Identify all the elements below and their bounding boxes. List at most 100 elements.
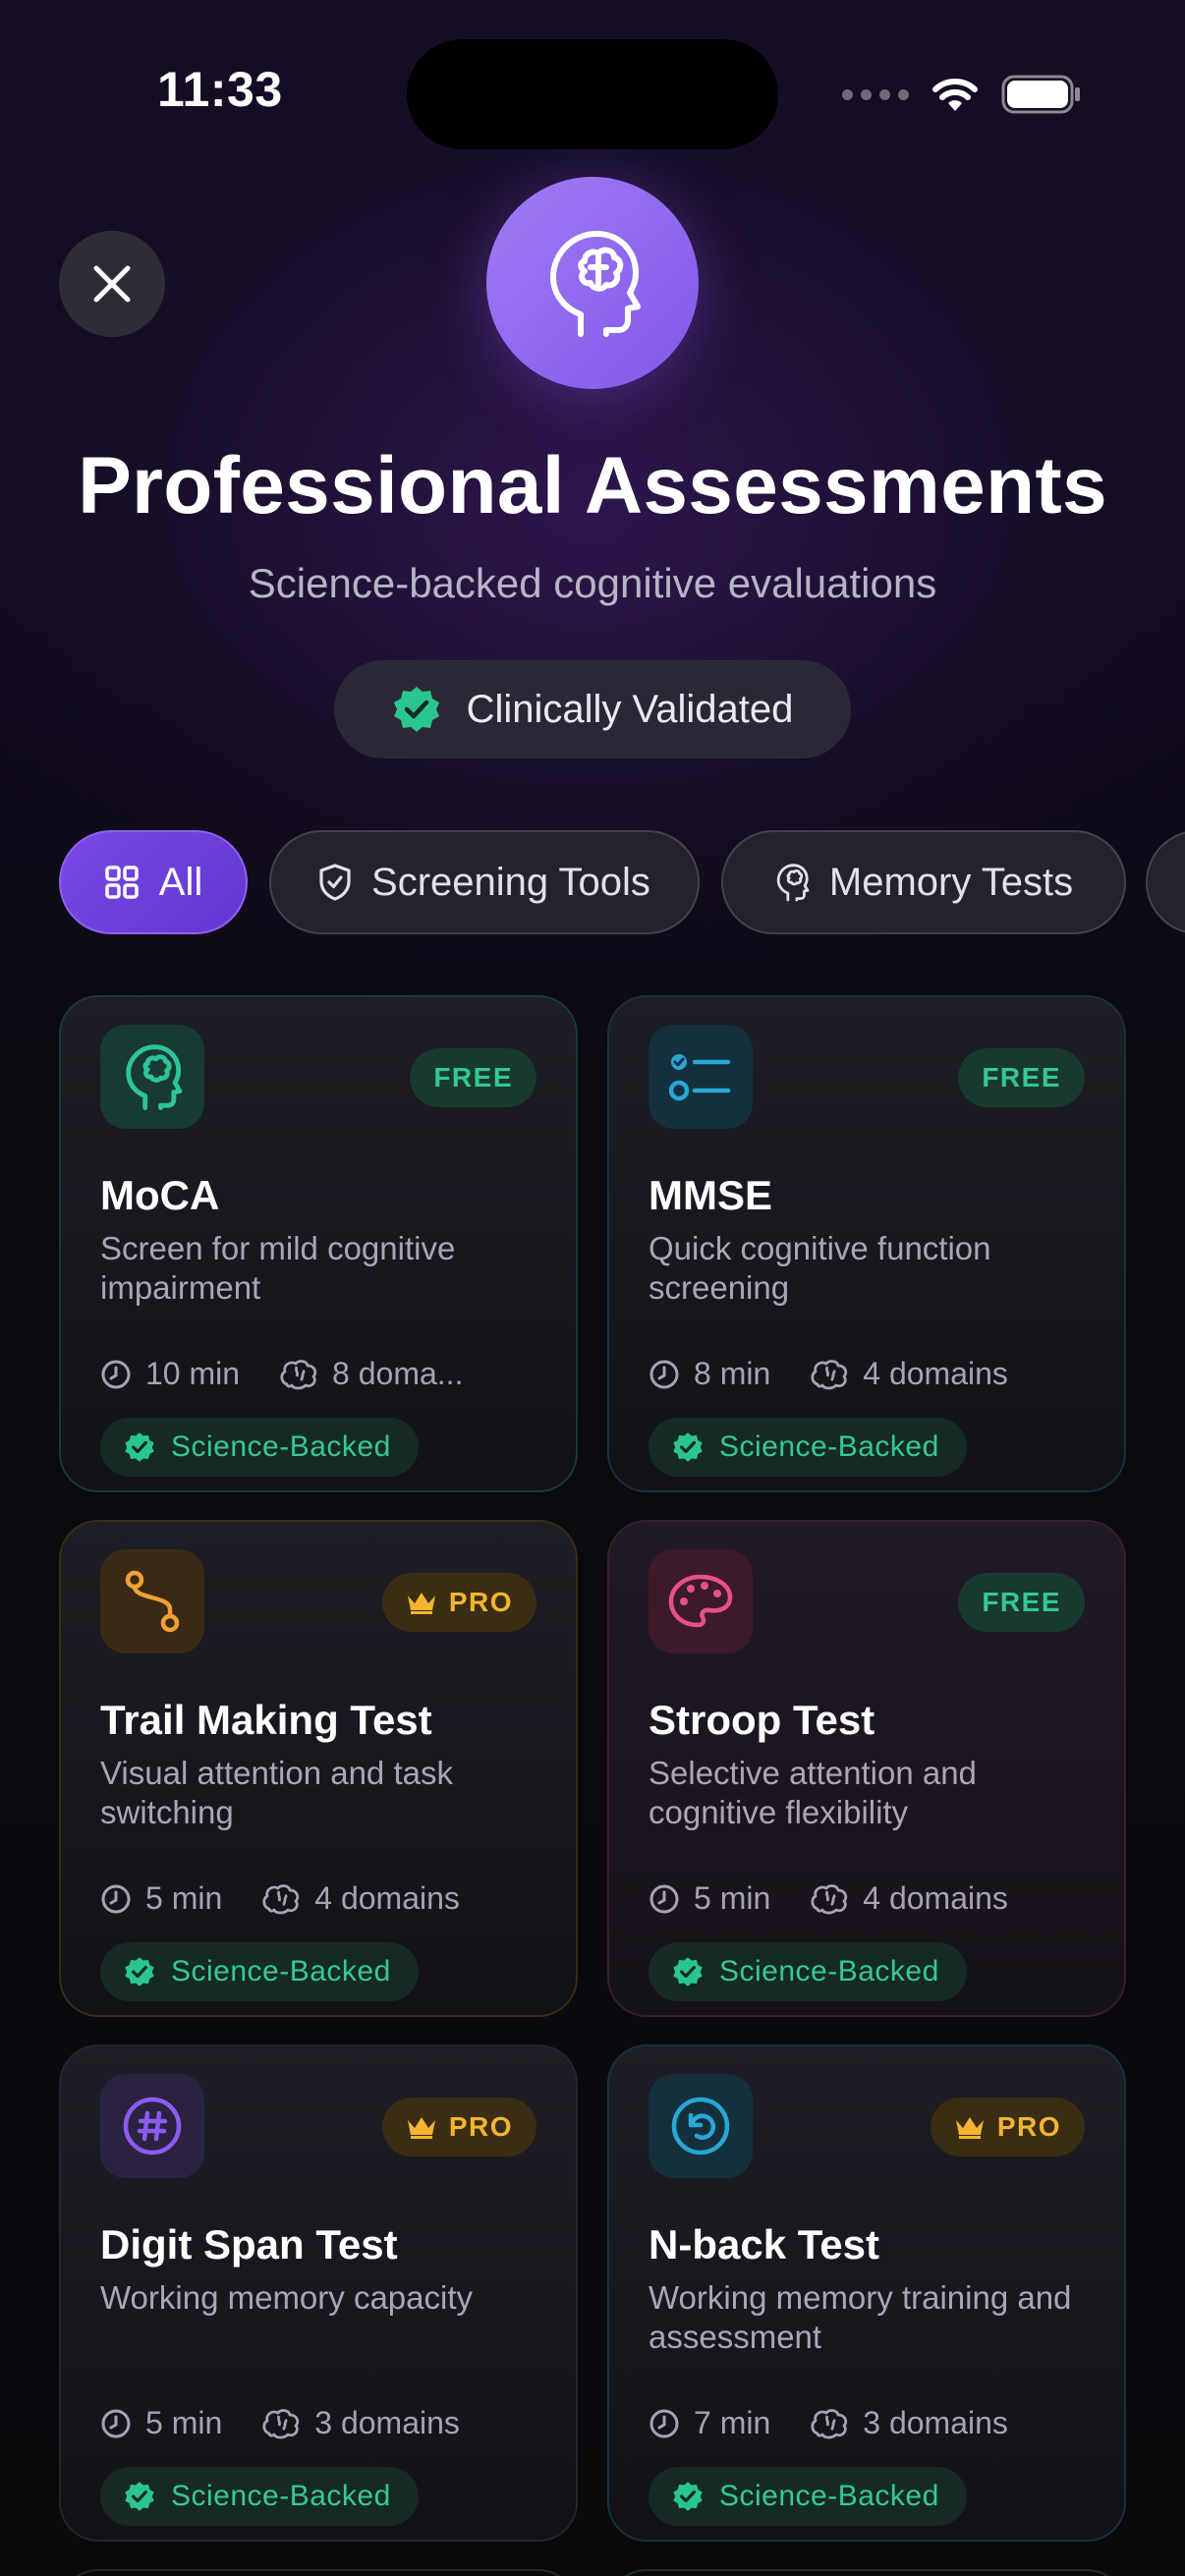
- free-badge: FREE: [958, 1573, 1085, 1632]
- checklist-icon: [669, 1054, 731, 1101]
- card-description: Selective attention and cognitive flexib…: [649, 1755, 977, 1830]
- clock-icon: [101, 2409, 131, 2437]
- card-title: Digit Span Test: [100, 2221, 398, 2268]
- next-card-edge[interactable]: [607, 2569, 1126, 2576]
- assessment-card-n-back-test[interactable]: PRO N-back Test Working memory training …: [607, 2044, 1126, 2542]
- clock-icon: [649, 1360, 679, 1388]
- brain-outline-icon: [280, 1359, 317, 1389]
- page-title: Professional Assessments: [78, 441, 1107, 531]
- duration: 8 min: [649, 1356, 770, 1392]
- crown-icon: [407, 2117, 435, 2139]
- battery-icon: [1001, 75, 1080, 114]
- cellular-signal-icon: [842, 88, 909, 100]
- status-icons: [842, 75, 1082, 114]
- card-meta: 5 min 4 domains: [649, 1880, 1008, 1917]
- assessment-card-moca[interactable]: FREE MoCA Screen for mild cognitive impa…: [59, 995, 578, 1492]
- card-meta: 5 min 4 domains: [100, 1880, 460, 1917]
- verified-seal-icon: [393, 687, 439, 732]
- verified-seal-icon: [673, 2482, 703, 2511]
- hero-brain-icon-badge: [486, 177, 699, 389]
- filter-chip-all[interactable]: All: [59, 830, 248, 934]
- card-title: N-back Test: [649, 2221, 879, 2268]
- shield-check-icon: [319, 864, 351, 901]
- next-card-edge[interactable]: [59, 2569, 578, 2576]
- hash-icon: [123, 2097, 182, 2156]
- science-backed-badge: Science-Backed: [100, 2467, 419, 2526]
- page-subtitle: Science-backed cognitive evaluations: [248, 560, 937, 606]
- status-time: 11:33: [157, 62, 283, 117]
- pro-badge: PRO: [930, 2098, 1085, 2156]
- brain-outline-icon: [262, 1883, 300, 1914]
- science-backed-badge: Science-Backed: [649, 1942, 967, 2001]
- brain-head-icon: [776, 864, 810, 902]
- assessment-card-trail-making-test[interactable]: PRO Trail Making Test Visual attention a…: [59, 1520, 578, 2017]
- card-description: Working memory training and assessment: [649, 2279, 1072, 2355]
- clock-icon: [649, 2409, 679, 2437]
- filter-chip-row[interactable]: All Screening Tools Memory Tests: [0, 830, 1185, 938]
- filter-chip-memory-tests[interactable]: Memory Tests: [721, 830, 1126, 934]
- dynamic-island: [407, 39, 778, 149]
- domains: 8 doma...: [279, 1356, 463, 1392]
- brain-icon: [126, 1044, 183, 1110]
- card-meta: 10 min 8 doma...: [100, 1356, 463, 1392]
- card-description: Quick cognitive function screening: [649, 1230, 991, 1306]
- card-meta: 7 min 3 domains: [649, 2405, 1008, 2441]
- free-badge: FREE: [410, 1048, 536, 1107]
- pro-badge: PRO: [381, 2098, 536, 2156]
- clinically-validated-label: Clinically Validated: [466, 687, 794, 731]
- clock-icon: [101, 1360, 131, 1388]
- verified-seal-icon: [673, 1432, 703, 1462]
- card-description: Screen for mild cognitive impairment: [100, 1230, 456, 1306]
- card-description: Working memory capacity: [100, 2279, 474, 2316]
- card-icon-tile: [649, 1549, 753, 1653]
- duration: 5 min: [649, 1880, 770, 1917]
- grid-icon: [105, 866, 139, 899]
- filter-chip-screening-tools[interactable]: Screening Tools: [269, 830, 700, 934]
- wifi-icon: [932, 79, 978, 111]
- card-icon-tile: [100, 1025, 204, 1129]
- duration: 5 min: [100, 2405, 222, 2441]
- filter-chip-more[interactable]: [1146, 830, 1185, 934]
- clock-icon: [649, 1884, 679, 1913]
- card-icon-tile: [649, 2074, 753, 2178]
- verified-seal-icon: [125, 1432, 154, 1462]
- duration: 10 min: [100, 1356, 240, 1392]
- card-title: Stroop Test: [649, 1697, 875, 1743]
- card-title: Trail Making Test: [100, 1697, 432, 1743]
- filter-chip-label: Screening Tools: [371, 860, 650, 904]
- brain-head-icon: [550, 231, 641, 337]
- verified-seal-icon: [673, 1957, 703, 1987]
- card-title: MMSE: [649, 1172, 772, 1218]
- science-backed-badge: Science-Backed: [100, 1942, 419, 2001]
- assessment-card-mmse[interactable]: FREE MMSE Quick cognitive function scree…: [607, 995, 1126, 1492]
- card-meta: 5 min 3 domains: [100, 2405, 460, 2441]
- palette-icon: [668, 1574, 733, 1628]
- brain-outline-icon: [811, 1883, 848, 1914]
- clock-icon: [101, 1884, 131, 1913]
- science-backed-badge: Science-Backed: [100, 1418, 419, 1477]
- card-icon-tile: [649, 1025, 753, 1129]
- pro-badge: PRO: [381, 1573, 536, 1632]
- brain-outline-icon: [262, 2408, 300, 2438]
- filter-chip-label: Memory Tests: [828, 860, 1074, 904]
- science-backed-badge: Science-Backed: [649, 1418, 967, 1477]
- card-description: Visual attention and task switching: [100, 1755, 453, 1830]
- crown-icon: [407, 1593, 435, 1614]
- domains: 4 domains: [810, 1880, 1008, 1917]
- verified-seal-icon: [125, 2482, 154, 2511]
- assessment-card-stroop-test[interactable]: FREE Stroop Test Selective attention and…: [607, 1520, 1126, 2017]
- clinically-validated-badge: Clinically Validated: [334, 660, 851, 758]
- science-backed-badge: Science-Backed: [649, 2467, 967, 2526]
- card-icon-tile: [100, 1549, 204, 1653]
- brain-outline-icon: [811, 1359, 848, 1389]
- assessment-card-digit-span-test[interactable]: PRO Digit Span Test Working memory capac…: [59, 2044, 578, 2542]
- close-icon: [93, 265, 131, 303]
- filter-chip-label: All: [158, 860, 203, 904]
- domains: 3 domains: [261, 2405, 460, 2441]
- domains: 4 domains: [261, 1880, 460, 1917]
- route-icon: [125, 1570, 180, 1633]
- close-button[interactable]: [59, 231, 165, 337]
- card-meta: 8 min 4 domains: [649, 1356, 1008, 1392]
- duration: 5 min: [100, 1880, 222, 1917]
- card-title: MoCA: [100, 1172, 220, 1218]
